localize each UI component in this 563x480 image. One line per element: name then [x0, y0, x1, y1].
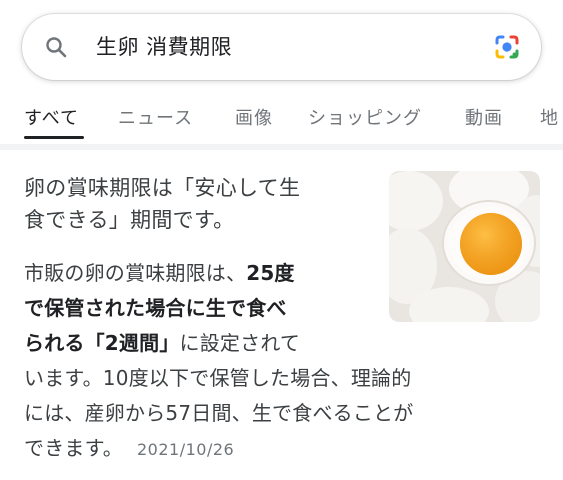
tab-videos[interactable]: 動画	[465, 104, 503, 130]
snippet-bold-text: 25度	[246, 261, 295, 285]
active-tab-indicator	[24, 136, 84, 139]
snippet-bold-text: で保管された場合に生で食べ	[24, 296, 287, 320]
tab-news[interactable]: ニュース	[118, 104, 193, 130]
snippet-date: 2021/10/26	[137, 440, 235, 459]
search-icon[interactable]	[44, 35, 68, 59]
snippet-line: います。10度以下で保管した場合、理論的	[24, 366, 412, 390]
snippet-line: 市販の卵の賞味期限は、25度	[24, 256, 369, 291]
google-lens-icon[interactable]	[493, 33, 521, 61]
snippet-line: られる「2週間」に設定されて	[24, 326, 369, 361]
snippet-title-line: 卵の賞味期限は「安心して生	[24, 176, 301, 200]
search-tabs: すべて ニュース 画像 ショッピング 動画 地	[0, 96, 563, 142]
tab-shopping[interactable]: ショッピング	[308, 104, 422, 130]
snippet-bold-text: られる「2週間」	[24, 331, 180, 355]
search-bar[interactable]: 生卵 消費期限	[22, 14, 541, 80]
snippet-text: できます。	[24, 436, 123, 460]
tab-maps[interactable]: 地	[540, 104, 559, 130]
tab-all[interactable]: すべて	[24, 104, 79, 130]
snippet-line: できます。 2021/10/26	[24, 431, 544, 467]
snippet-line: には、産卵から57日間、生で食べることが	[24, 401, 414, 425]
tab-images[interactable]: 画像	[235, 104, 273, 130]
divider	[0, 144, 563, 150]
search-input[interactable]: 生卵 消費期限	[96, 32, 232, 62]
snippet-text: 市販の卵の賞味期限は、	[24, 261, 247, 285]
featured-snippet-title: 卵の賞味期限は「安心して生 食できる」期間です。	[24, 172, 374, 236]
featured-snippet-body: 市販の卵の賞味期限は、25度 で保管された場合に生で食べ られる「2週間」に設定…	[24, 256, 544, 467]
snippet-text: に設定されて	[179, 331, 301, 355]
snippet-title-line: 食できる」期間です。	[24, 208, 235, 232]
